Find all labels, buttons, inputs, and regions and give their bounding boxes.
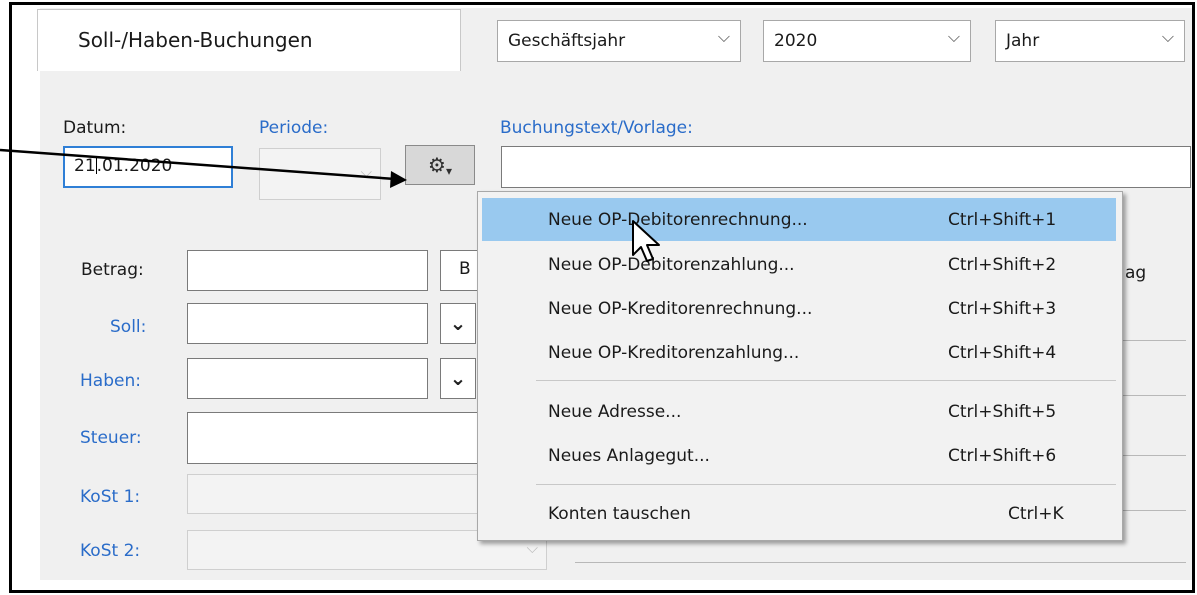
year-value: 2020 <box>774 31 818 51</box>
haben-input[interactable] <box>187 358 428 399</box>
menu-item-label: Neues Anlagegut... <box>548 446 710 466</box>
menu-item-shortcut: Ctrl+Shift+2 <box>948 255 1057 275</box>
betrag-suffix: B <box>459 259 471 279</box>
gear-menu-button[interactable]: ⚙▾ <box>405 145 475 185</box>
betrag-currency-field[interactable]: B <box>440 250 480 291</box>
menu-item-shortcut: Ctrl+Shift+4 <box>948 343 1057 363</box>
kost1-select[interactable] <box>187 474 487 514</box>
divider <box>575 562 1186 563</box>
menu-item-op-debitorenzahlung[interactable]: Neue OP-Debitorenzahlung... Ctrl+Shift+2 <box>482 243 1116 286</box>
tab-label: Soll-/Haben-Buchungen <box>78 28 313 52</box>
menu-item-label: Neue OP-Debitorenrechnung... <box>548 210 808 230</box>
divider <box>1120 510 1186 511</box>
soll-input[interactable] <box>187 303 428 344</box>
buchungstext-label: Buchungstext/Vorlage: <box>500 118 693 138</box>
periode-label: Periode: <box>259 118 329 138</box>
divider <box>1120 340 1186 341</box>
menu-item-op-kreditorenrechnung[interactable]: Neue OP-Kreditorenrechnung... Ctrl+Shift… <box>482 287 1116 330</box>
steuer-label: Steuer: <box>80 428 142 448</box>
soll-label: Soll: <box>110 317 147 337</box>
chevron-down-icon: ⌵ <box>360 163 372 181</box>
menu-item-neue-adresse[interactable]: Neue Adresse... Ctrl+Shift+5 <box>482 390 1116 433</box>
gear-icon: ⚙ <box>428 153 446 177</box>
menu-item-label: Neue Adresse... <box>548 402 682 422</box>
menu-item-label: Neue OP-Kreditorenrechnung... <box>548 299 813 319</box>
menu-item-shortcut: Ctrl+Shift+6 <box>948 446 1057 466</box>
period-type-select[interactable]: Geschäftsjahr ⌵ <box>497 20 741 62</box>
divider <box>1120 395 1186 396</box>
menu-item-op-kreditorenzahlung[interactable]: Neue OP-Kreditorenzahlung... Ctrl+Shift+… <box>482 331 1116 374</box>
unit-value: Jahr <box>1006 31 1040 51</box>
menu-item-op-debitorenrechnung[interactable]: Neue OP-Debitorenrechnung... Ctrl+Shift+… <box>482 198 1116 241</box>
menu-item-shortcut: Ctrl+Shift+1 <box>948 210 1057 230</box>
date-label: Datum: <box>63 118 127 138</box>
menu-item-shortcut: Ctrl+Shift+5 <box>948 402 1057 422</box>
menu-item-label: Neue OP-Debitorenzahlung... <box>548 255 795 275</box>
gear-context-menu: Neue OP-Debitorenrechnung... Ctrl+Shift+… <box>477 191 1123 541</box>
menu-item-shortcut: Ctrl+Shift+3 <box>948 299 1057 319</box>
chevron-down-icon: ⌵ <box>526 539 538 557</box>
kost1-label: KoSt 1: <box>80 487 141 507</box>
chevron-down-icon: ⌵ <box>1161 27 1174 46</box>
steuer-input[interactable] <box>187 412 487 464</box>
periode-select[interactable]: ⌵ <box>259 148 381 200</box>
date-value: 21.01.2020 <box>74 156 173 176</box>
soll-dropdown-button[interactable]: ⌄ <box>440 303 476 344</box>
menu-separator <box>536 380 1116 381</box>
chevron-down-icon: ⌵ <box>947 27 960 46</box>
caret-down-icon: ▾ <box>445 164 452 178</box>
chevron-down-icon: ⌵ <box>717 27 730 46</box>
menu-item-neues-anlagegut[interactable]: Neues Anlagegut... Ctrl+Shift+6 <box>482 434 1116 477</box>
betrag-label: Betrag: <box>81 260 144 280</box>
chevron-down-icon: ⌄ <box>449 311 467 335</box>
year-select[interactable]: 2020 ⌵ <box>763 20 971 62</box>
haben-label: Haben: <box>80 371 141 391</box>
menu-item-label: Neue OP-Kreditorenzahlung... <box>548 343 800 363</box>
kost2-label: KoSt 2: <box>80 541 141 561</box>
date-input[interactable]: 21.01.2020 <box>63 146 233 188</box>
menu-separator <box>536 484 1116 485</box>
menu-item-konten-tauschen[interactable]: Konten tauschen Ctrl+K <box>482 492 1116 535</box>
menu-item-label: Konten tauschen <box>548 504 691 524</box>
divider <box>1120 455 1186 456</box>
betrag-input[interactable] <box>187 250 428 291</box>
unit-select[interactable]: Jahr ⌵ <box>995 20 1185 62</box>
chevron-down-icon: ⌄ <box>449 366 467 390</box>
partial-label: ag <box>1125 263 1147 283</box>
period-type-value: Geschäftsjahr <box>508 31 626 51</box>
buchungstext-input[interactable] <box>501 146 1191 188</box>
menu-item-shortcut: Ctrl+K <box>1008 504 1064 524</box>
haben-dropdown-button[interactable]: ⌄ <box>440 358 476 399</box>
